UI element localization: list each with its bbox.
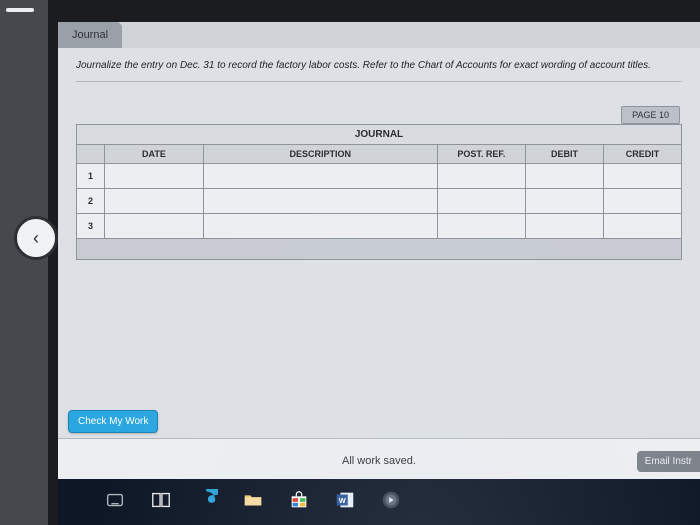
cell-debit[interactable] bbox=[526, 189, 604, 214]
journal-section: PAGE 10 JOURNAL DATE DESCRIPTION POST. R… bbox=[76, 106, 682, 260]
check-my-work-button[interactable]: Check My Work bbox=[68, 410, 158, 433]
cell-debit[interactable] bbox=[526, 164, 604, 189]
windows-taskbar: W bbox=[58, 479, 700, 525]
rail-accent bbox=[6, 8, 34, 12]
row-number: 3 bbox=[77, 214, 105, 239]
header-credit: CREDIT bbox=[604, 145, 682, 164]
journal-table: DATE DESCRIPTION POST. REF. DEBIT CREDIT… bbox=[76, 144, 682, 239]
cell-post-ref[interactable] bbox=[437, 164, 525, 189]
header-description: DESCRIPTION bbox=[203, 145, 437, 164]
row-number: 1 bbox=[77, 164, 105, 189]
nav-back-button[interactable]: ‹ bbox=[14, 216, 58, 260]
word-icon[interactable]: W bbox=[334, 489, 356, 511]
cell-description[interactable] bbox=[203, 164, 437, 189]
page-badge: PAGE 10 bbox=[621, 106, 680, 124]
tab-journal[interactable]: Journal bbox=[58, 22, 122, 48]
table-row: 2 bbox=[77, 189, 682, 214]
cell-post-ref[interactable] bbox=[437, 189, 525, 214]
cell-description[interactable] bbox=[203, 189, 437, 214]
header-rownum bbox=[77, 145, 105, 164]
keyboard-icon[interactable] bbox=[104, 489, 126, 511]
button-label: Email Instr bbox=[645, 456, 692, 467]
status-saved: All work saved. bbox=[58, 455, 700, 467]
cell-date[interactable] bbox=[105, 189, 204, 214]
task-view-icon[interactable] bbox=[150, 489, 172, 511]
table-header-row: DATE DESCRIPTION POST. REF. DEBIT CREDIT bbox=[77, 145, 682, 164]
svg-text:W: W bbox=[339, 496, 346, 505]
row-number: 2 bbox=[77, 189, 105, 214]
store-icon[interactable] bbox=[288, 489, 310, 511]
journal-title: JOURNAL bbox=[76, 124, 682, 144]
header-post-ref: POST. REF. bbox=[437, 145, 525, 164]
cell-date[interactable] bbox=[105, 164, 204, 189]
cell-credit[interactable] bbox=[604, 189, 682, 214]
button-label: Check My Work bbox=[78, 416, 148, 427]
email-instructor-button[interactable]: Email Instr bbox=[637, 451, 700, 472]
table-footer-band bbox=[76, 239, 682, 260]
content-panel: Journal Journalize the entry on Dec. 31 … bbox=[58, 22, 700, 466]
instruction-text: Journalize the entry on Dec. 31 to recor… bbox=[76, 48, 682, 82]
cell-description[interactable] bbox=[203, 214, 437, 239]
cell-debit[interactable] bbox=[526, 214, 604, 239]
cell-post-ref[interactable] bbox=[437, 214, 525, 239]
cell-credit[interactable] bbox=[604, 214, 682, 239]
panel-body: Journalize the entry on Dec. 31 to recor… bbox=[58, 48, 700, 466]
file-explorer-icon[interactable] bbox=[242, 489, 264, 511]
cell-date[interactable] bbox=[105, 214, 204, 239]
table-row: 1 bbox=[77, 164, 682, 189]
header-debit: DEBIT bbox=[526, 145, 604, 164]
header-date: DATE bbox=[105, 145, 204, 164]
edge-icon[interactable] bbox=[196, 489, 218, 511]
app-left-rail bbox=[0, 0, 48, 525]
cell-credit[interactable] bbox=[604, 164, 682, 189]
table-row: 3 bbox=[77, 214, 682, 239]
media-icon[interactable] bbox=[380, 489, 402, 511]
tab-label: Journal bbox=[72, 29, 108, 41]
chevron-left-icon: ‹ bbox=[33, 228, 39, 249]
